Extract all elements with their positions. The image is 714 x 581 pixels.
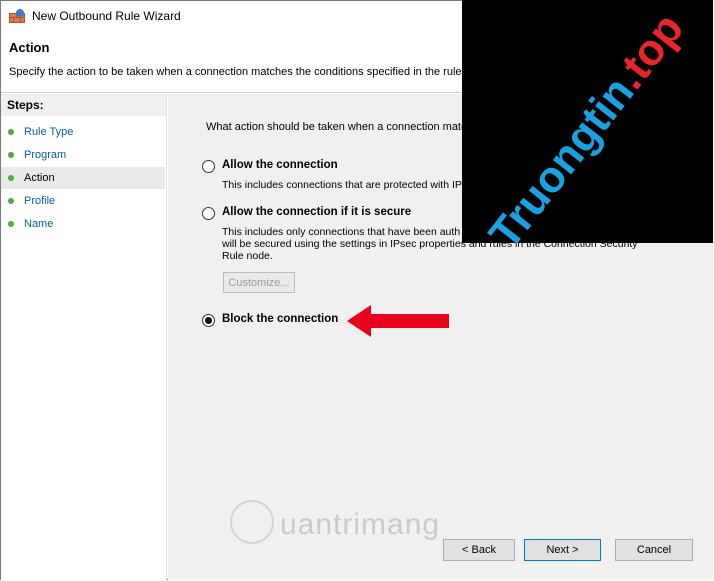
step-action[interactable]: Action <box>1 167 165 189</box>
allow-label[interactable]: Allow the connection <box>222 159 338 171</box>
step-rule-type[interactable]: Rule Type <box>1 121 165 143</box>
step-label: Action <box>24 172 55 184</box>
next-button[interactable]: Next > <box>524 539 601 561</box>
step-label: Rule Type <box>24 126 74 138</box>
block-radio[interactable] <box>202 314 215 327</box>
firewall-app-icon <box>9 9 25 23</box>
page-description: Specify the action to be taken when a co… <box>9 66 465 78</box>
window-title: New Outbound Rule Wizard <box>32 9 181 23</box>
page-title: Action <box>9 40 50 55</box>
quantrimang-watermark: uantrimang <box>230 500 510 550</box>
step-label: Profile <box>24 195 56 207</box>
steps-panel: Steps: Rule Type Program Action Profile … <box>1 94 167 580</box>
allow-secure-radio[interactable] <box>202 207 215 220</box>
step-status-icon <box>8 129 14 135</box>
step-name[interactable]: Name <box>1 213 165 235</box>
step-status-icon <box>8 152 14 158</box>
truongtin-logo: Truongtin.top <box>462 0 713 243</box>
action-question: What action should be taken when a conne… <box>206 121 467 133</box>
logo-wordmark: Truongtin.top <box>479 4 694 243</box>
watermark-text: uantrimang <box>280 508 441 541</box>
cancel-button[interactable]: Cancel <box>615 539 693 561</box>
step-status-icon <box>8 221 14 227</box>
step-program[interactable]: Program <box>1 144 165 166</box>
step-profile[interactable]: Profile <box>1 190 165 212</box>
allow-radio[interactable] <box>202 160 215 173</box>
description-line: Rule node. <box>222 250 273 262</box>
step-status-icon <box>8 198 14 204</box>
step-status-icon <box>8 175 14 181</box>
allow-secure-label[interactable]: Allow the connection if it is secure <box>222 206 411 218</box>
block-label[interactable]: Block the connection <box>222 313 338 325</box>
customize-button[interactable]: Customize... <box>223 272 295 293</box>
steps-title: Steps: <box>1 94 166 116</box>
lightbulb-icon <box>230 500 274 544</box>
red-arrow-icon <box>347 305 449 337</box>
step-label: Program <box>24 149 67 161</box>
step-label: Name <box>24 218 54 230</box>
